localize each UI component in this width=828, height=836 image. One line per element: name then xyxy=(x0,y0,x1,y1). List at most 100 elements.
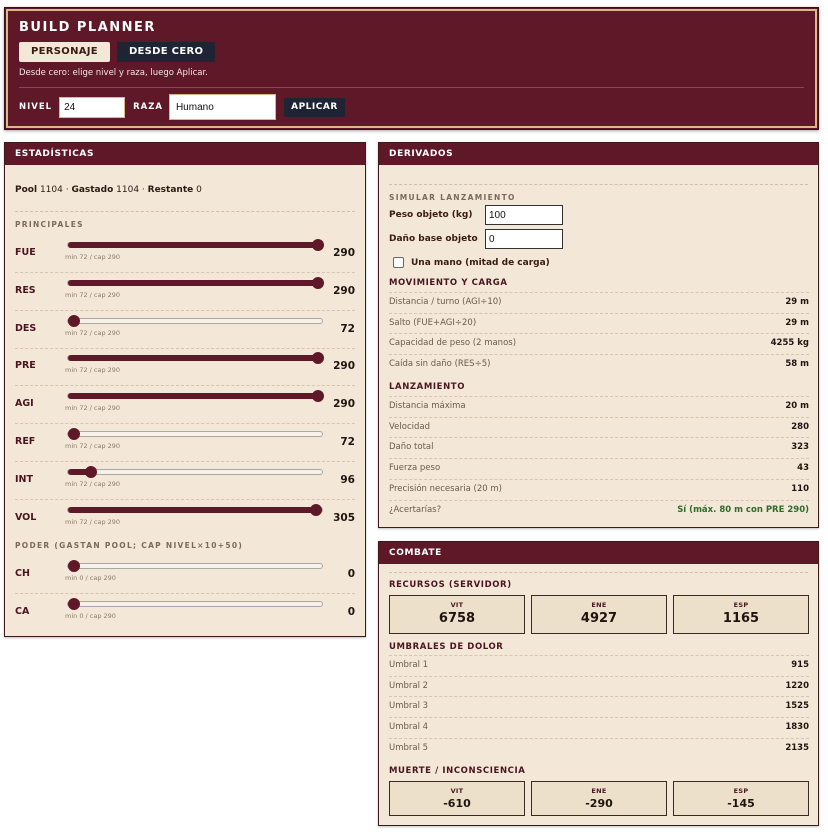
stat-slider-handle[interactable] xyxy=(85,465,98,478)
kv-value: 1830 xyxy=(785,722,809,733)
stat-slider-handle[interactable] xyxy=(310,503,323,516)
stat-row-vol: VOL min 72 / cap 290 305 xyxy=(15,503,355,540)
kv-divider xyxy=(389,717,809,719)
kv-label: Distancia / turno (AGI÷10) xyxy=(389,297,502,307)
stat-row-fue: FUE min 72 / cap 290 290 xyxy=(15,238,355,275)
stat-slider-fill xyxy=(68,242,318,248)
death-box-label: ESP xyxy=(733,787,749,795)
one-hand-checkbox[interactable] xyxy=(393,257,404,268)
stat-slider-handle[interactable] xyxy=(312,352,324,365)
resource-box-esp: ESP 1165 xyxy=(673,595,809,634)
death-box-ene: ENE -290 xyxy=(531,781,667,816)
stat-value: 72 xyxy=(340,322,355,335)
stat-slider-handle[interactable] xyxy=(68,560,80,572)
stat-slider-handle[interactable] xyxy=(68,314,80,327)
stat-slider-res[interactable] xyxy=(67,276,324,289)
resource-box-value: 1165 xyxy=(722,611,760,626)
stat-slider-pre[interactable] xyxy=(67,352,324,365)
stats-panel: ESTADÍSTICAS Pool 1104 · Gastado 1104 · … xyxy=(4,142,366,637)
pool-label: Pool xyxy=(15,185,38,195)
kv-row: Umbral 2 1220 xyxy=(389,677,809,697)
death-box-value: -610 xyxy=(443,797,471,810)
mode-desde-cero-button[interactable]: DESDE CERO xyxy=(116,42,216,62)
stat-slider-fue[interactable] xyxy=(67,239,324,251)
stat-slider-ref[interactable] xyxy=(67,428,323,440)
combat-panel-header: COMBATE xyxy=(379,542,818,564)
kv-divider xyxy=(389,655,809,656)
stat-slider-des[interactable] xyxy=(67,314,323,327)
stat-slider-agi[interactable] xyxy=(67,390,324,403)
combat-top-divider xyxy=(389,572,808,573)
stat-row-divider xyxy=(15,385,355,387)
kv-value: 1525 xyxy=(785,701,809,712)
derived-panel-header: DERIVADOS xyxy=(379,143,818,165)
level-label: NIVEL xyxy=(19,102,53,112)
kv-value: 58 m xyxy=(785,359,809,370)
kv-divider xyxy=(389,737,809,739)
kv-value: 4255 kg xyxy=(770,338,809,349)
kv-divider xyxy=(389,333,809,335)
apply-row: NIVEL RAZA APLICAR xyxy=(19,94,804,120)
damage-input[interactable] xyxy=(485,229,563,249)
kv-label: Velocidad xyxy=(389,421,430,432)
stat-slider-handle[interactable] xyxy=(312,239,324,251)
stat-slider-ca[interactable] xyxy=(67,597,323,610)
stat-slider-vol[interactable] xyxy=(67,503,323,516)
stat-slider-fill xyxy=(68,355,318,362)
kv-divider xyxy=(389,292,809,293)
weight-input[interactable] xyxy=(485,205,563,225)
kv-row: Caída sin daño (RES÷5) 58 m xyxy=(389,355,809,375)
launch-heading: LANZAMIENTO xyxy=(389,382,466,392)
simulate-heading: SIMULAR LANZAMIENTO xyxy=(389,193,516,202)
stat-name: VOL xyxy=(15,511,37,523)
kv-row: Umbral 5 2135 xyxy=(389,739,809,759)
kv-row: Precisión necesaria (20 m) 110 xyxy=(389,480,809,500)
stat-slider-ch[interactable] xyxy=(67,560,323,572)
resource-box-value: 4927 xyxy=(580,611,618,626)
stat-value: 290 xyxy=(333,247,355,259)
kv-label: Distancia máxima xyxy=(389,401,466,411)
stat-range-note: min 0 / cap 290 xyxy=(65,574,116,582)
stat-name: FUE xyxy=(15,247,36,258)
pain-heading: UMBRALES DE DOLOR xyxy=(389,642,504,652)
combat-panel: COMBATE RECURSOS (SERVIDOR) VIT 6758 ENE 49… xyxy=(378,541,819,826)
level-input[interactable] xyxy=(59,96,126,118)
weight-label: Peso objeto (kg) xyxy=(389,210,473,220)
kv-value: 2135 xyxy=(785,742,809,753)
kv-row: Salto (FUE+AGI÷20) 29 m xyxy=(389,314,809,334)
stat-value: 72 xyxy=(340,436,355,448)
one-hand-toggle[interactable]: Una mano (mitad de carga) xyxy=(393,257,550,268)
stat-slider-handle[interactable] xyxy=(312,390,324,403)
death-box-esp: ESP -145 xyxy=(673,781,809,816)
stat-name: PRE xyxy=(15,360,36,372)
death-box-value: -145 xyxy=(727,797,755,810)
mode-personaje-button[interactable]: PERSONAJE xyxy=(19,42,110,62)
stat-range-note: min 0 / cap 290 xyxy=(65,611,116,620)
header-divider xyxy=(19,87,804,88)
resource-box-ene: ENE 4927 xyxy=(531,595,667,634)
derived-top-divider xyxy=(389,184,808,185)
stat-name: DES xyxy=(15,322,37,334)
stat-slider-int[interactable] xyxy=(67,465,323,478)
stat-slider-handle[interactable] xyxy=(68,428,80,440)
kv-row: Fuerza peso 43 xyxy=(389,459,809,479)
stat-name: CA xyxy=(15,605,30,617)
pool-summary: Pool 1104 · Gastado 1104 · Restante 0 xyxy=(15,185,202,195)
power-stats-heading: PODER (GASTAN POOL; CAP NIVEL×10+50) xyxy=(15,541,244,550)
kv-row: ¿Acertarías? Sí (máx. 80 m con PRE 290) xyxy=(389,501,809,521)
stat-range-note: min 72 / cap 290 xyxy=(65,328,121,337)
kv-label: Daño total xyxy=(389,442,434,453)
kv-value: 20 m xyxy=(785,401,809,411)
stat-slider-handle[interactable] xyxy=(68,597,80,610)
kv-divider xyxy=(389,312,809,314)
kv-row: Daño total 323 xyxy=(389,438,809,458)
apply-button[interactable]: APLICAR xyxy=(283,97,345,117)
kv-value: 110 xyxy=(791,483,809,494)
stat-row-ca: CA min 0 / cap 290 0 xyxy=(15,597,355,634)
stat-name: CH xyxy=(15,568,30,579)
stat-slider-handle[interactable] xyxy=(312,276,324,289)
remaining-label: Restante xyxy=(147,185,194,195)
mode-hint: Desde cero: elige nivel y raza, luego Ap… xyxy=(19,68,208,78)
death-box-label: ENE xyxy=(591,787,607,795)
race-input[interactable] xyxy=(168,94,276,120)
